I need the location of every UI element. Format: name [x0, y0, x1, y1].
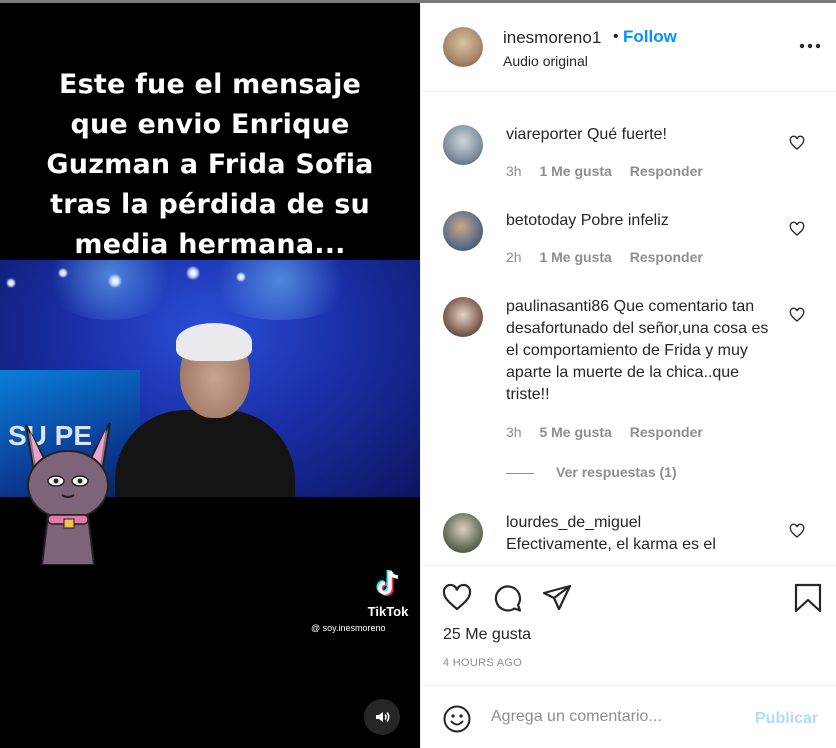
comment-text: betotoday Pobre infeliz — [506, 210, 776, 232]
comment-input[interactable] — [491, 708, 741, 726]
publish-button[interactable]: Publicar — [755, 710, 818, 728]
follow-button[interactable]: Follow — [623, 27, 677, 47]
cartoon-cat-sticker — [25, 422, 111, 565]
bookmark-icon[interactable] — [792, 582, 824, 614]
volume-button[interactable] — [364, 699, 400, 735]
caption-line: Guzman a Frida Sofia — [46, 149, 374, 180]
commenter-avatar[interactable] — [443, 297, 483, 337]
emoji-icon[interactable] — [443, 705, 471, 733]
comment-age[interactable]: 3h — [506, 163, 522, 179]
post-sidebar: inesmoreno1 • Follow Audio original viar… — [420, 3, 836, 748]
audio-label[interactable]: Audio original — [503, 53, 588, 69]
comment-age[interactable]: 2h — [506, 249, 522, 265]
video-caption: Este fue el mensaje que envio Enrique Gu… — [0, 65, 420, 265]
comment-text: lourdes_de_miguel Efectivamente, el karm… — [506, 512, 776, 556]
commenter-avatar[interactable] — [443, 125, 483, 165]
commenter-avatar[interactable] — [443, 513, 483, 553]
commenter-avatar[interactable] — [443, 211, 483, 251]
stage-light — [58, 268, 68, 278]
person-body — [115, 410, 295, 497]
tiktok-watermark: TikTok — [318, 569, 418, 619]
comment-meta: 2h 1 Me gusta Responder — [506, 249, 717, 265]
author-username[interactable]: inesmoreno1 — [503, 28, 601, 48]
commenter-username[interactable]: viareporter — [506, 126, 582, 143]
comment-like-icon[interactable] — [789, 221, 805, 237]
comment-text: paulinasanti86 Que comentario tan desafo… — [506, 296, 776, 406]
comment-meta: 3h 1 Me gusta Responder — [506, 163, 717, 179]
view-replies-label: Ver respuestas (1) — [556, 464, 677, 480]
reply-button[interactable]: Responder — [630, 424, 703, 440]
stage-light — [186, 266, 200, 280]
comment-body: Qué fuerte! — [586, 126, 667, 143]
stage-light — [108, 274, 122, 288]
comment-like-icon[interactable] — [789, 523, 805, 539]
add-comment-bar: Publicar — [421, 685, 836, 748]
comment-like-icon[interactable] — [789, 135, 805, 151]
post-timestamp[interactable]: 4 HOURS AGO — [443, 657, 522, 669]
post-header: inesmoreno1 • Follow Audio original — [421, 3, 836, 92]
share-icon[interactable] — [541, 582, 573, 614]
stage-glow — [200, 260, 360, 320]
comment-likes[interactable]: 5 Me gusta — [539, 424, 611, 440]
reply-button[interactable]: Responder — [630, 163, 703, 179]
comment-likes[interactable]: 1 Me gusta — [539, 249, 611, 265]
comment-age[interactable]: 3h — [506, 424, 522, 440]
comment-like-icon[interactable] — [789, 307, 805, 323]
video-player[interactable]: Este fue el mensaje que envio Enrique Gu… — [0, 3, 420, 748]
stage-light — [236, 272, 246, 282]
comment-meta: 3h 5 Me gusta Responder — [506, 424, 717, 440]
header-separator: • — [613, 28, 619, 45]
caption-line: Este fue el mensaje — [58, 69, 362, 100]
caption-line: que envio Enrique — [70, 109, 350, 140]
tiktok-label: TikTok — [367, 604, 409, 619]
comment-likes[interactable]: 1 Me gusta — [539, 163, 611, 179]
view-replies-button[interactable]: Ver respuestas (1) — [506, 464, 677, 480]
commenter-username[interactable]: paulinasanti86 — [506, 298, 609, 315]
likes-count[interactable]: 25 Me gusta — [443, 626, 531, 644]
commenter-username[interactable]: lourdes_de_miguel — [506, 514, 641, 531]
comment-text: viareporter Qué fuerte! — [506, 124, 776, 146]
heart-icon[interactable] — [441, 582, 473, 614]
comment-body: Pobre infeliz — [580, 212, 669, 229]
replies-divider — [506, 472, 534, 474]
caption-line: tras la pérdida de su — [50, 189, 370, 220]
more-options-icon[interactable] — [799, 41, 821, 51]
comments-list[interactable]: viareporter Qué fuerte! 3h 1 Me gusta Re… — [421, 93, 836, 565]
person-hair — [176, 323, 252, 361]
post-actions: 25 Me gusta 4 HOURS AGO — [421, 565, 836, 685]
tiktok-logo-icon — [376, 570, 399, 596]
stage-light — [6, 278, 16, 288]
caption-line: media hermana... — [74, 229, 346, 260]
tiktok-handle: @ soy.inesmoreno — [311, 623, 386, 633]
comment-icon[interactable] — [491, 582, 523, 614]
volume-icon — [376, 712, 390, 722]
author-avatar[interactable] — [443, 27, 483, 67]
reply-button[interactable]: Responder — [630, 249, 703, 265]
commenter-username[interactable]: betotoday — [506, 212, 576, 229]
comment-body: Efectivamente, el karma es el — [506, 536, 716, 553]
